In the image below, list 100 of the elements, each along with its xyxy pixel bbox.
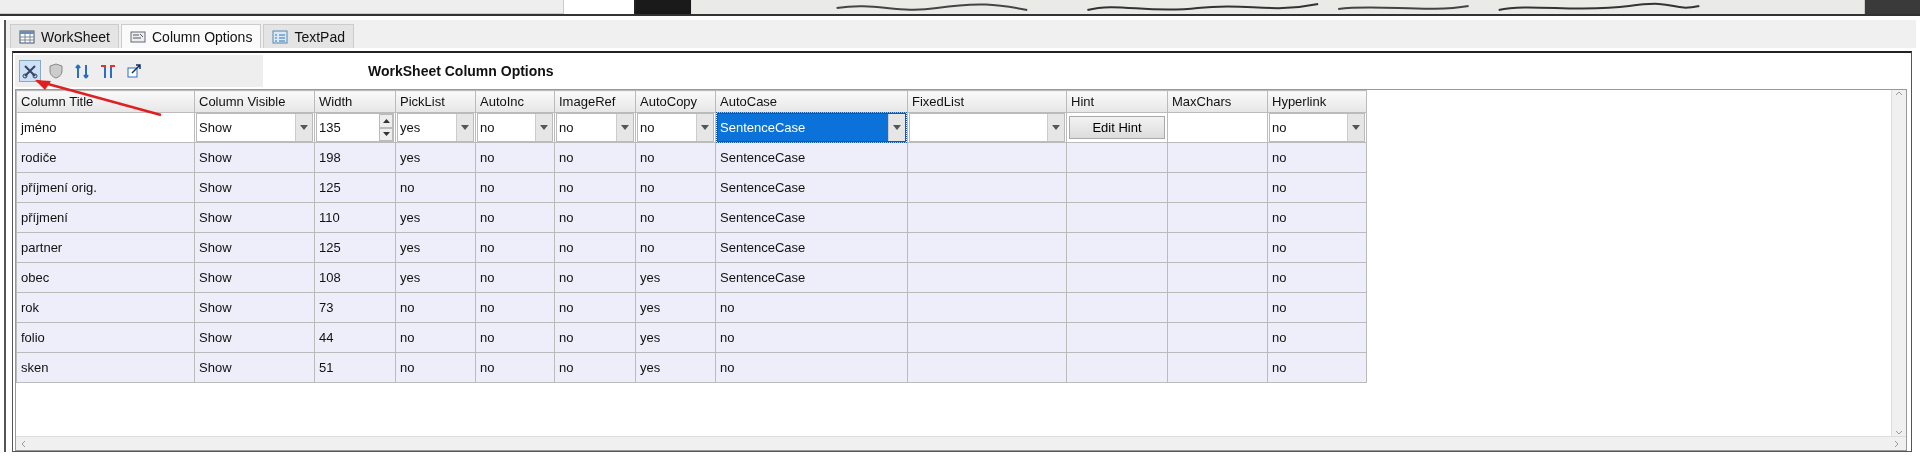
table-cell: příjmení orig. xyxy=(16,172,195,203)
column-header[interactable]: Column Visible xyxy=(194,90,315,113)
table-cell: Show xyxy=(194,322,315,353)
dropdown-arrow-icon[interactable] xyxy=(540,125,548,130)
column-header[interactable]: MaxChars xyxy=(1167,90,1268,113)
table-cell: no xyxy=(635,172,716,203)
text-pad-icon xyxy=(272,29,289,44)
table-cell: no xyxy=(1267,172,1367,203)
table-cell: no xyxy=(554,292,636,323)
table-cell: no xyxy=(715,322,908,353)
dropdown[interactable]: yes xyxy=(397,113,474,142)
spin-up-icon[interactable] xyxy=(382,118,390,123)
table-cell: yes xyxy=(635,322,716,353)
table-cell: no xyxy=(475,172,555,203)
table-cell: no xyxy=(475,142,555,173)
dropdown-arrow-icon[interactable] xyxy=(893,125,901,130)
dropdown-arrow-icon[interactable] xyxy=(701,125,709,130)
table-cell: 125 xyxy=(314,232,396,263)
text-field[interactable]: jméno xyxy=(17,114,194,141)
table-cell: no xyxy=(395,172,476,203)
table-cell: no xyxy=(1267,202,1367,233)
column-header[interactable]: Width xyxy=(314,90,396,113)
tab[interactable]: WorkSheet xyxy=(10,24,119,48)
table-cell: 73 xyxy=(314,292,396,323)
table-cell: SentenceCase xyxy=(715,172,908,203)
table-cell: rok xyxy=(16,292,195,323)
table-cell: 108 xyxy=(314,262,396,293)
dropdown[interactable]: no xyxy=(477,113,553,142)
table-cell: no xyxy=(635,232,716,263)
table-cell: příjmení xyxy=(16,202,195,233)
column-header[interactable]: Column Title xyxy=(16,90,195,113)
dropdown[interactable]: Show xyxy=(196,113,313,142)
table-cell: Show xyxy=(194,292,315,323)
tab[interactable]: Column Options xyxy=(121,24,262,48)
table-cell: Show xyxy=(194,232,315,263)
table-cell: 125 xyxy=(314,172,396,203)
table-cell: no xyxy=(715,352,908,383)
table-cell: no xyxy=(554,172,636,203)
table-cell: no xyxy=(554,352,636,383)
dropdown-arrow-icon[interactable] xyxy=(461,125,469,130)
table-cell: no xyxy=(475,262,555,293)
table-cell: no xyxy=(1267,232,1367,263)
column-header[interactable]: ImageRef xyxy=(554,90,636,113)
column-header[interactable]: PickList xyxy=(395,90,476,113)
table-cell: folio xyxy=(16,322,195,353)
table-cell: 198 xyxy=(314,142,396,173)
column-header[interactable]: Hint xyxy=(1066,90,1168,113)
table-cell: SentenceCase xyxy=(715,262,908,293)
tab[interactable]: TextPad xyxy=(263,24,354,48)
table-cell: rodiče xyxy=(16,142,195,173)
dropdown[interactable]: no xyxy=(556,113,634,142)
table-cell: Show xyxy=(194,142,315,173)
table-cell: no xyxy=(1267,352,1367,383)
table-cell: yes xyxy=(395,232,476,263)
table-cell: yes xyxy=(395,262,476,293)
table-cell: no xyxy=(1267,142,1367,173)
table-cell: Show xyxy=(194,172,315,203)
table-cell: no xyxy=(554,322,636,353)
column-header[interactable]: FixedList xyxy=(907,90,1067,113)
table-cell: no xyxy=(554,142,636,173)
column-header[interactable]: AutoCopy xyxy=(635,90,716,113)
column-header[interactable]: AutoCase xyxy=(715,90,908,113)
edit-hint-button[interactable]: Edit Hint xyxy=(1069,116,1165,139)
spinner-field[interactable]: 135 xyxy=(316,113,394,142)
table-cell: no xyxy=(554,232,636,263)
table-cell: no xyxy=(475,202,555,233)
table-cell: 110 xyxy=(314,202,396,233)
table-cell: no xyxy=(1267,292,1367,323)
spin-down-icon[interactable] xyxy=(382,132,390,137)
table-cell: SentenceCase xyxy=(715,142,908,173)
dropdown-arrow-icon[interactable] xyxy=(1352,125,1360,130)
table-cell: yes xyxy=(635,292,716,323)
table-cell: no xyxy=(395,292,476,323)
table-cell: yes xyxy=(635,352,716,383)
table-cell: no xyxy=(395,352,476,383)
dropdown-arrow-icon[interactable] xyxy=(300,125,308,130)
table-cell: 44 xyxy=(314,322,396,353)
table-cell: SentenceCase xyxy=(715,202,908,233)
table-cell: no xyxy=(715,292,908,323)
table-cell: no xyxy=(1267,322,1367,353)
table-cell: no xyxy=(554,262,636,293)
column-header[interactable]: AutoInc xyxy=(475,90,555,113)
table-cell: Show xyxy=(194,262,315,293)
table-icon xyxy=(19,29,35,44)
dropdown[interactable]: no xyxy=(1269,113,1365,142)
dropdown-arrow-icon[interactable] xyxy=(621,125,629,130)
table-cell: no xyxy=(635,142,716,173)
table-cell: no xyxy=(475,292,555,323)
table-cell: yes xyxy=(395,142,476,173)
table-cell: Show xyxy=(194,202,315,233)
panel-title: WorkSheet Column Options xyxy=(368,63,554,79)
dropdown[interactable]: SentenceCase xyxy=(717,113,906,142)
table-cell: yes xyxy=(635,262,716,293)
table-cell: yes xyxy=(395,202,476,233)
column-header[interactable]: Hyperlink xyxy=(1267,90,1367,113)
table-cell: no xyxy=(554,202,636,233)
dropdown[interactable]: no xyxy=(637,113,714,142)
tools-icon[interactable] xyxy=(19,60,41,82)
table-cell: no xyxy=(635,202,716,233)
dropdown-arrow-icon[interactable] xyxy=(1052,125,1060,130)
